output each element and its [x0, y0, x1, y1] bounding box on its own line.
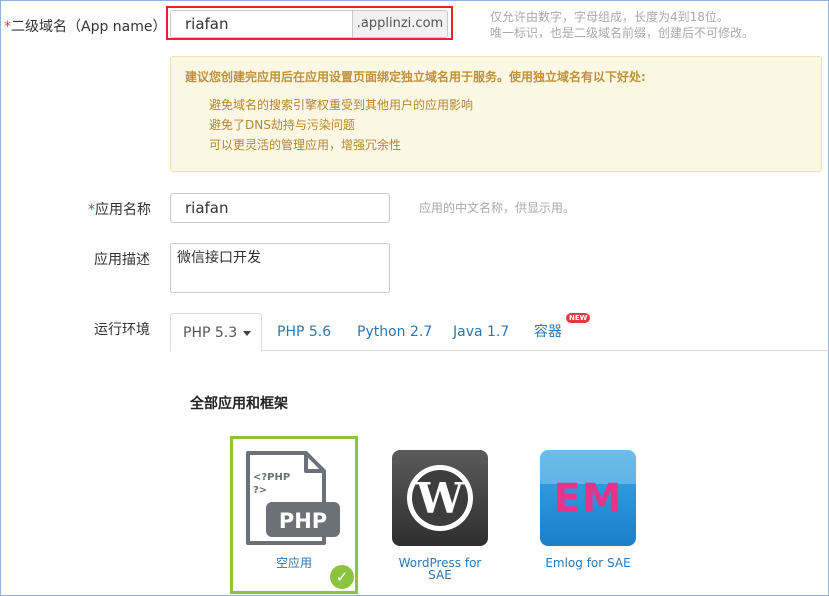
tab-java-1-7[interactable]: Java 1.7: [453, 322, 509, 342]
svg-text:W: W: [415, 474, 464, 523]
tab-label: PHP 5.3: [183, 325, 238, 341]
wordpress-logo-icon: W: [407, 465, 473, 531]
app-name-input[interactable]: riafan: [170, 10, 353, 38]
notice-item: 避免域名的搜索引擎权重受到其他用户的应用影响: [209, 98, 474, 112]
description-label: 应用描述: [94, 252, 150, 268]
app-name-empty: 空应用: [275, 556, 312, 570]
notice-item: 可以更灵活的管理应用，增强冗余性: [209, 138, 402, 152]
apps-section-title: 全部应用和框架: [190, 396, 288, 412]
display-name-input[interactable]: riafan: [170, 193, 390, 223]
app-name-label: *二级域名（App name）: [4, 19, 167, 35]
app-name-wordpress: WordPress for SAE: [398, 556, 482, 582]
tab-php-5-3[interactable]: PHP 5.3: [170, 313, 262, 352]
display-name-label: *应用名称: [88, 202, 151, 218]
tab-container[interactable]: 容器: [534, 322, 562, 342]
new-badge: NEW: [566, 313, 591, 323]
tab-python-2-7[interactable]: Python 2.7: [357, 322, 432, 342]
svg-text:?>: ?>: [253, 485, 267, 496]
app-card-wordpress[interactable]: W: [392, 450, 488, 546]
check-icon: ✓: [330, 565, 354, 589]
app-card-emlog[interactable]: EM: [540, 450, 636, 546]
runtime-label: 运行环境: [94, 322, 150, 338]
display-name-hint: 应用的中文名称，供显示用。: [419, 201, 576, 215]
caret-down-icon: [243, 330, 252, 336]
domain-notice: 建议您创建完应用后在应用设置页面绑定独立域名用于服务。使用独立域名有以下好处: …: [170, 56, 822, 172]
emlog-logo-icon: EM: [553, 476, 623, 522]
tab-php-5-6[interactable]: PHP 5.6: [277, 322, 331, 342]
app-name-emlog: Emlog for SAE: [545, 556, 631, 570]
php-icon-text: PHP: [279, 509, 327, 533]
notice-item: 避免了DNS劫持与污染问题: [209, 118, 355, 132]
app-name-hint-2: 唯一标识，也是二级域名前缀，创建后不可修改。: [490, 26, 755, 40]
domain-suffix: .applinzi.com: [353, 10, 448, 38]
description-textarea[interactable]: 微信接口开发: [170, 243, 390, 293]
tabs-divider: [170, 350, 829, 351]
php-file-icon: <?PHP ?> PHP: [246, 451, 340, 545]
svg-text:<?PHP: <?PHP: [253, 472, 290, 483]
app-name-hint-1: 仅允许由数字，字母组成，长度为4到18位。: [490, 10, 729, 24]
notice-title: 建议您创建完应用后在应用设置页面绑定独立域名用于服务。使用独立域名有以下好处:: [185, 70, 646, 84]
